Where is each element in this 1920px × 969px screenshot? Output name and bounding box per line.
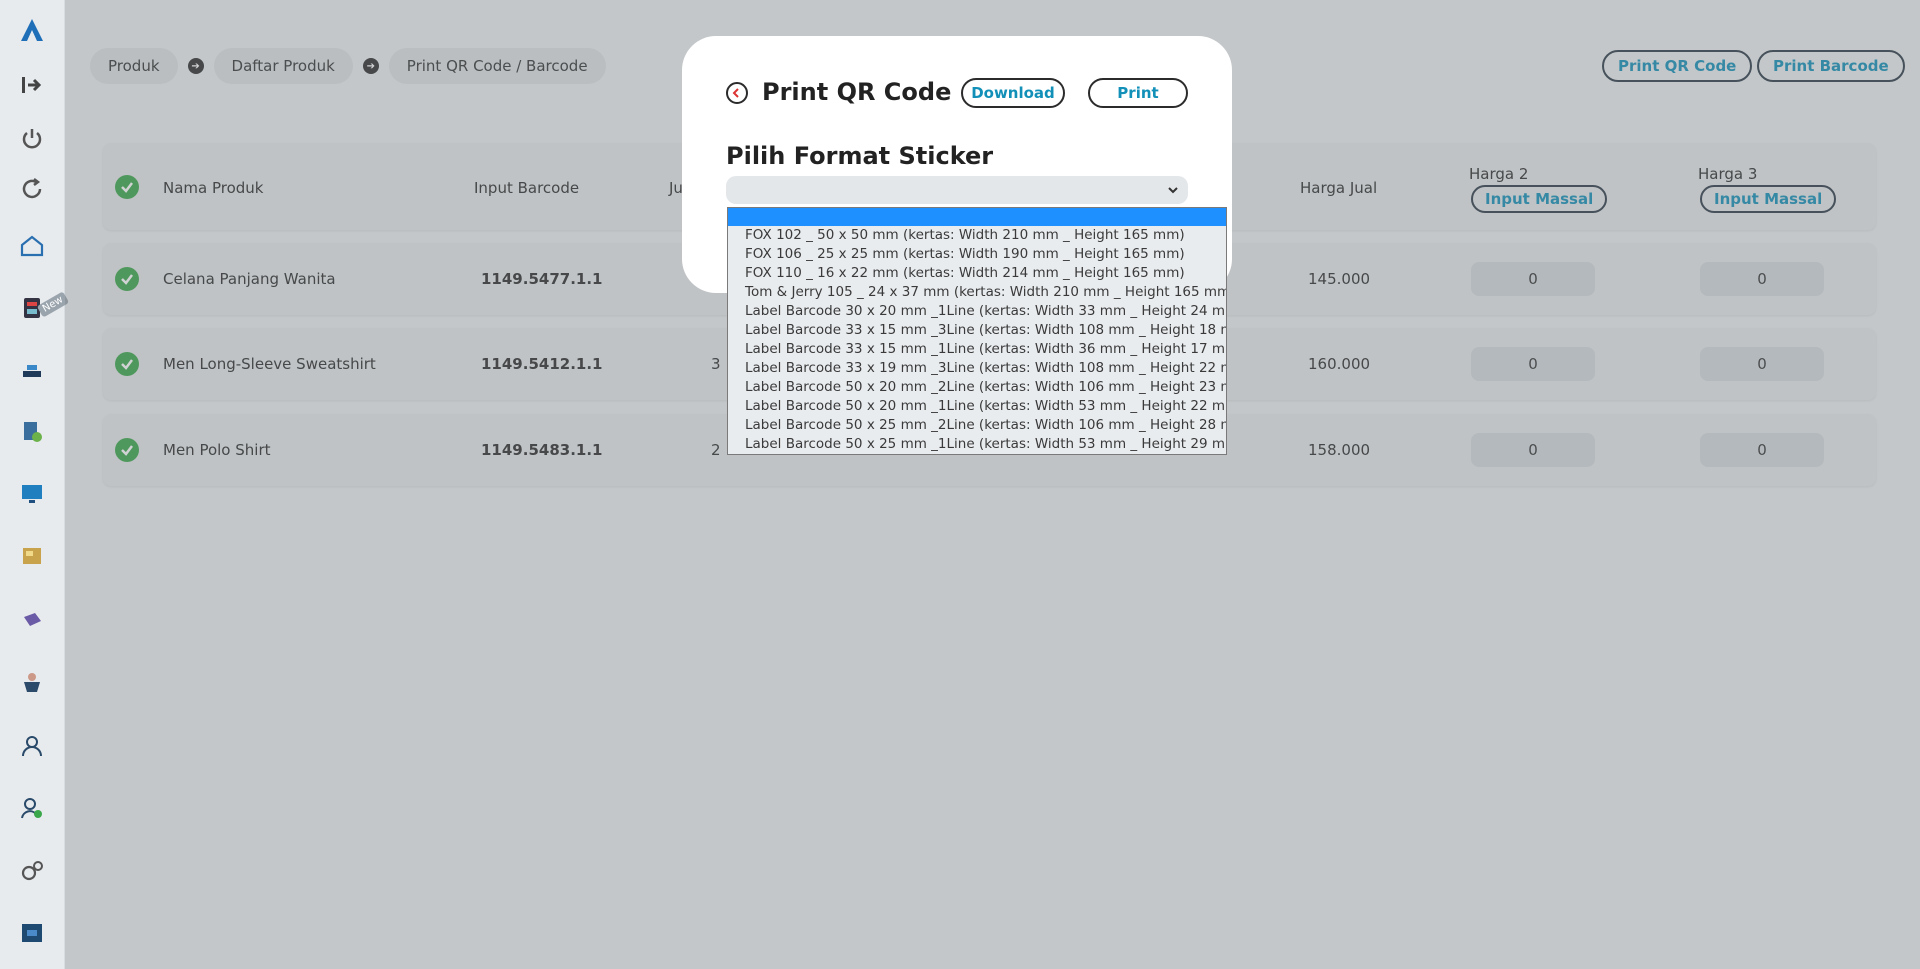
- format-sticker-label: Pilih Format Sticker: [726, 142, 994, 170]
- dropdown-option[interactable]: Label Barcode 30 x 20 mm _1Line (kertas:…: [728, 302, 1226, 321]
- back-icon[interactable]: [726, 82, 748, 104]
- dropdown-option-empty[interactable]: [728, 208, 1226, 226]
- user-manage-icon[interactable]: [14, 790, 50, 826]
- sidebar: New: [0, 0, 70, 969]
- download-button[interactable]: Download: [961, 78, 1065, 108]
- dropdown-option[interactable]: Label Barcode 33 x 15 mm _3Line (kertas:…: [728, 321, 1226, 340]
- dropdown-option[interactable]: Label Barcode 50 x 20 mm _1Line (kertas:…: [728, 397, 1226, 416]
- customer-icon[interactable]: [14, 665, 50, 701]
- refresh-icon[interactable]: [14, 171, 50, 207]
- dropdown-option[interactable]: Label Barcode 33 x 19 mm _3Line (kertas:…: [728, 359, 1226, 378]
- settings-icon[interactable]: [14, 853, 50, 889]
- chevron-down-icon: [1168, 187, 1178, 194]
- dropdown-option[interactable]: Label Barcode 50 x 25 mm _2Line (kertas:…: [728, 416, 1226, 435]
- book-icon[interactable]: [14, 538, 50, 574]
- format-sticker-dropdown: FOX 102 _ 50 x 50 mm (kertas: Width 210 …: [727, 207, 1227, 455]
- power-icon[interactable]: [14, 121, 50, 157]
- dropdown-option[interactable]: Tom & Jerry 105 _ 24 x 37 mm (kertas: Wi…: [728, 283, 1226, 302]
- promo-icon[interactable]: [14, 602, 50, 638]
- logout-icon[interactable]: [14, 67, 50, 103]
- dropdown-option[interactable]: FOX 102 _ 50 x 50 mm (kertas: Width 210 …: [728, 226, 1226, 245]
- dropdown-option[interactable]: FOX 106 _ 25 x 25 mm (kertas: Width 190 …: [728, 245, 1226, 264]
- user-icon[interactable]: [14, 728, 50, 764]
- dropdown-option[interactable]: FOX 110 _ 16 x 22 mm (kertas: Width 214 …: [728, 264, 1226, 283]
- dropdown-option[interactable]: Label Barcode 33 x 15 mm _1Line (kertas:…: [728, 340, 1226, 359]
- format-sticker-select[interactable]: [726, 176, 1188, 204]
- logo-icon[interactable]: [14, 12, 50, 48]
- dropdown-option[interactable]: Label Barcode 50 x 20 mm _2Line (kertas:…: [728, 378, 1226, 397]
- modal-title: Print QR Code: [762, 78, 952, 106]
- monitor-icon[interactable]: [14, 476, 50, 512]
- report-icon[interactable]: [14, 414, 50, 450]
- print-button[interactable]: Print: [1088, 78, 1188, 108]
- pos-icon[interactable]: [14, 352, 50, 388]
- store-icon[interactable]: [14, 915, 50, 951]
- home-icon[interactable]: [14, 228, 50, 264]
- dropdown-option[interactable]: Label Barcode 50 x 25 mm _1Line (kertas:…: [728, 435, 1226, 454]
